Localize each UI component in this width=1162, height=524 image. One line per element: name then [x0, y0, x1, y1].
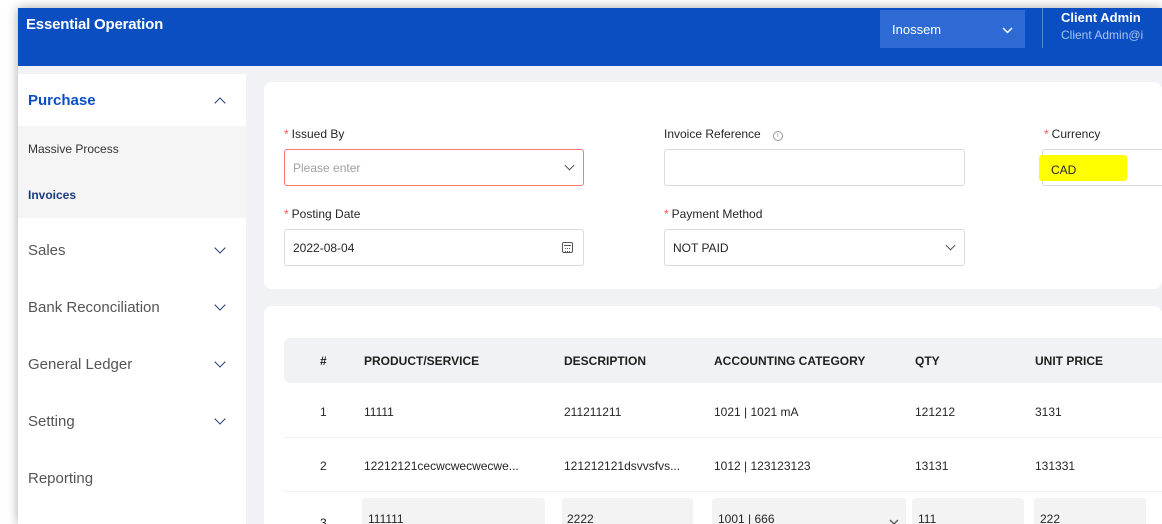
product-service-cell: 11111 — [364, 405, 394, 419]
currency-label: * Currency — [1044, 127, 1101, 141]
chevron-down-icon — [564, 160, 575, 171]
payment-method-select[interactable]: NOT PAID — [664, 229, 965, 266]
accounting-category-value: 1001 | 666 — [718, 512, 775, 524]
required-mark: * — [284, 207, 289, 221]
chevron-down-icon — [214, 299, 226, 311]
column-header-description: DESCRIPTION — [564, 354, 647, 368]
column-header-qty: QTY — [915, 354, 940, 368]
issued-by-placeholder: Please enter — [293, 160, 361, 175]
sidebar-item-bank-reconciliation[interactable]: Bank Reconciliation — [18, 279, 246, 336]
currency-select[interactable]: CAD — [1039, 149, 1162, 186]
unit-price-cell: 3131 — [1035, 405, 1062, 419]
chevron-up-icon — [214, 96, 226, 109]
qty-cell: 121212 — [915, 405, 956, 419]
sidebar-item-general-ledger[interactable]: General Ledger — [18, 336, 246, 393]
chevron-down-icon — [214, 413, 226, 425]
required-mark: * — [284, 127, 289, 141]
product-service-value: 111111 — [368, 512, 404, 524]
table-row[interactable]: 2 12212121cecwcwecwecwe... 121212121dsvv… — [284, 440, 1162, 492]
column-header-unit-price: UNIT PRICE — [1035, 354, 1104, 368]
invoice-lines-table: # PRODUCT/SERVICE DESCRIPTION ACCOUNTING… — [264, 306, 1162, 524]
table-row[interactable]: 1 11111 211211211 1021 | 1021 mA 121212 … — [284, 386, 1162, 438]
row-number: 1 — [320, 405, 327, 419]
sidebar-item-label: Purchase — [28, 91, 96, 109]
issued-by-select[interactable]: Please enter — [284, 149, 584, 186]
sidebar-item-label: Bank Reconciliation — [28, 299, 160, 316]
description-cell: 211211211 — [564, 405, 622, 419]
currency-value: CAD — [1039, 155, 1127, 181]
posting-date-value: 2022-08-04 — [293, 240, 355, 255]
company-select-value: Inossem — [892, 21, 942, 37]
info-icon[interactable]: i — [772, 131, 783, 141]
chevron-down-icon — [945, 240, 956, 251]
payment-method-label: * Payment Method — [664, 207, 763, 221]
column-header-product-service: PRODUCT/SERVICE — [364, 354, 480, 368]
column-header-number: # — [320, 354, 327, 368]
user-menu[interactable]: Client Admin Client Admin@i — [1042, 8, 1143, 48]
column-header-accounting-category: ACCOUNTING CATEGORY — [714, 354, 866, 368]
chevron-down-icon — [1002, 22, 1013, 37]
chevron-down-icon — [889, 513, 899, 524]
description-value: 2222 — [567, 512, 594, 524]
app-window: Essential Operation Inossem Client Admin… — [18, 8, 1162, 524]
user-name: Client Admin — [1061, 10, 1141, 25]
product-service-cell: 12212121cecwcwecwecwe... — [364, 459, 519, 473]
sidebar-item-label: Sales — [28, 242, 66, 259]
chevron-down-icon — [214, 242, 226, 254]
table-row-editing[interactable]: 3 111111 2222 1001 | 666 111 222 — [284, 494, 1162, 524]
invoice-form: * Issued By Please enter Invoice Referenc… — [264, 82, 1162, 289]
qty-cell: 13131 — [915, 459, 949, 473]
sidebar-item-label: Reporting — [28, 470, 94, 487]
chevron-down-icon — [214, 356, 226, 368]
qty-value: 111 — [918, 512, 937, 524]
invoice-reference-label: Invoice Reference i — [664, 127, 783, 141]
table-header: # PRODUCT/SERVICE DESCRIPTION ACCOUNTING… — [284, 338, 1162, 383]
sidebar-item-sales[interactable]: Sales — [18, 222, 246, 279]
company-select[interactable]: Inossem — [880, 10, 1025, 48]
sidebar-subitem-massive-process[interactable]: Massive Process — [18, 126, 246, 172]
sidebar-subitem-invoices[interactable]: Invoices — [18, 172, 246, 218]
sidebar-item-setting[interactable]: Setting — [18, 393, 246, 450]
posting-date-picker[interactable]: 2022-08-04 — [284, 229, 584, 266]
issued-by-label: * Issued By — [284, 127, 345, 141]
unit-price-cell: 131331 — [1035, 459, 1076, 473]
top-header: Essential Operation Inossem Client Admin… — [18, 8, 1162, 66]
calendar-icon — [562, 242, 573, 253]
sidebar-item-purchase[interactable]: Purchase — [18, 74, 246, 126]
app-title: Essential Operation — [26, 16, 164, 33]
required-mark: * — [664, 207, 669, 221]
sidebar: Purchase Massive Process Invoices Sales … — [18, 74, 246, 524]
description-cell: 121212121dsvvsfvs... — [564, 459, 681, 473]
accounting-category-cell: 1021 | 1021 mA — [714, 405, 799, 419]
payment-method-value: NOT PAID — [673, 240, 729, 255]
unit-price-value: 222 — [1040, 512, 1061, 524]
accounting-category-cell: 1012 | 123123123 — [714, 459, 811, 473]
user-email: Client Admin@i — [1061, 28, 1144, 42]
row-number: 2 — [320, 459, 327, 473]
invoice-reference-input[interactable] — [664, 149, 965, 186]
row-number: 3 — [320, 516, 327, 524]
sidebar-item-reporting[interactable]: Reporting — [18, 450, 246, 507]
sidebar-item-label: General Ledger — [28, 356, 133, 373]
required-mark: * — [1044, 127, 1049, 141]
posting-date-label: * Posting Date — [284, 207, 361, 221]
sidebar-item-label: Setting — [28, 413, 75, 430]
